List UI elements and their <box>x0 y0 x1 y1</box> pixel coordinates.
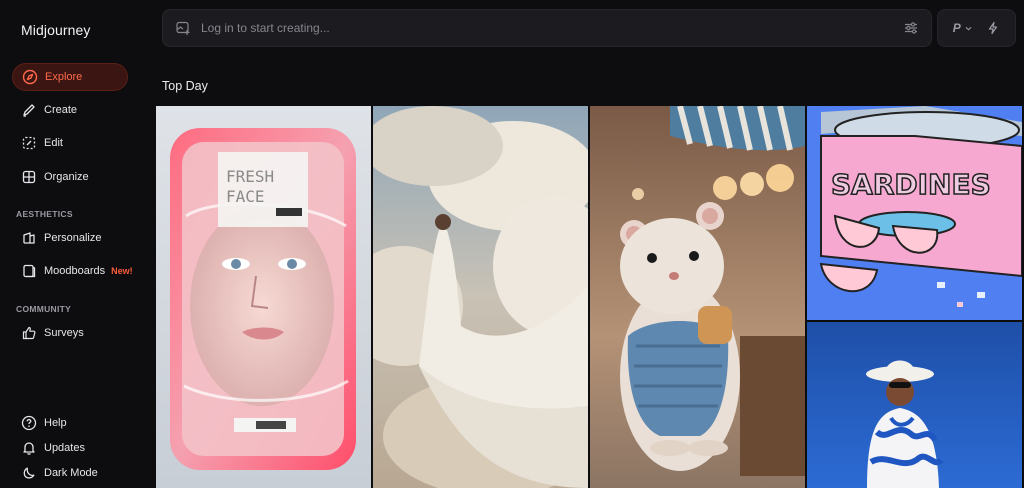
dark-mode-toggle[interactable]: Dark Mode <box>12 462 132 484</box>
moon-icon <box>21 465 37 481</box>
nav-item-label: Organize <box>44 171 89 183</box>
sidebar: Midjourney Explore Create Edit Organize <box>0 0 148 488</box>
sliders-icon[interactable] <box>903 20 919 36</box>
section-label-aesthetics: AESTHETICS <box>16 209 73 219</box>
nav-item-surveys[interactable]: Surveys <box>12 319 128 347</box>
gallery-image-cloud-dress[interactable] <box>373 106 588 488</box>
dark-mode-label: Dark Mode <box>44 467 98 479</box>
grid-icon <box>21 169 37 185</box>
nav-item-explore[interactable]: Explore <box>12 63 128 91</box>
nav-item-label: Edit <box>44 137 63 149</box>
help-link[interactable]: Help <box>12 412 132 434</box>
brush-icon <box>21 102 37 118</box>
gallery-image-sardines[interactable]: SARDINES <box>807 106 1022 320</box>
nav-item-create[interactable]: Create <box>12 96 128 124</box>
section-label-community: COMMUNITY <box>16 304 72 314</box>
app-logo[interactable]: Midjourney <box>21 22 90 38</box>
sardines-label: SARDINES <box>831 168 991 201</box>
nav-item-label: Explore <box>45 71 83 83</box>
nav-item-personalize[interactable]: Personalize <box>12 224 128 252</box>
compass-icon <box>22 69 38 85</box>
image-add-icon[interactable] <box>175 20 191 36</box>
updates-link[interactable]: Updates <box>12 437 132 459</box>
gallery-image-hamster[interactable] <box>590 106 805 488</box>
nav-item-label: Create <box>44 104 78 116</box>
thumbs-up-icon <box>21 325 37 341</box>
bell-icon <box>21 440 37 456</box>
help-label: Help <box>44 417 67 429</box>
nav-item-moodboards[interactable]: Moodboards New! <box>12 257 133 285</box>
gallery-image-white-hat[interactable] <box>807 322 1022 488</box>
prompt-input[interactable] <box>201 21 903 35</box>
lightning-icon[interactable] <box>986 21 1000 35</box>
updates-label: Updates <box>44 442 85 454</box>
personalize-icon <box>21 230 37 246</box>
section-heading: Top Day <box>162 79 208 93</box>
moodboard-icon <box>21 263 37 279</box>
nav-item-label: Personalize <box>44 232 102 244</box>
prompt-bar[interactable] <box>162 9 932 47</box>
chevron-down-icon <box>965 26 972 31</box>
mode-label: P <box>952 21 961 35</box>
gallery-image-fresh-face[interactable]: FRESH FACE <box>156 106 371 488</box>
mode-selector[interactable]: P <box>953 21 973 35</box>
nav-item-organize[interactable]: Organize <box>12 163 128 191</box>
new-badge: New! <box>111 266 133 276</box>
app-root: Midjourney Explore Create Edit Organize <box>0 0 1024 488</box>
fresh-label-line-2: FACE <box>226 187 265 206</box>
fresh-label-line-1: FRESH <box>226 167 274 186</box>
nav-item-label: Moodboards <box>44 265 106 277</box>
help-icon <box>21 415 37 431</box>
nav-item-label: Surveys <box>44 327 84 339</box>
nav-item-edit[interactable]: Edit <box>12 129 128 157</box>
edit-icon <box>21 135 37 151</box>
mode-controls: P <box>937 9 1016 47</box>
